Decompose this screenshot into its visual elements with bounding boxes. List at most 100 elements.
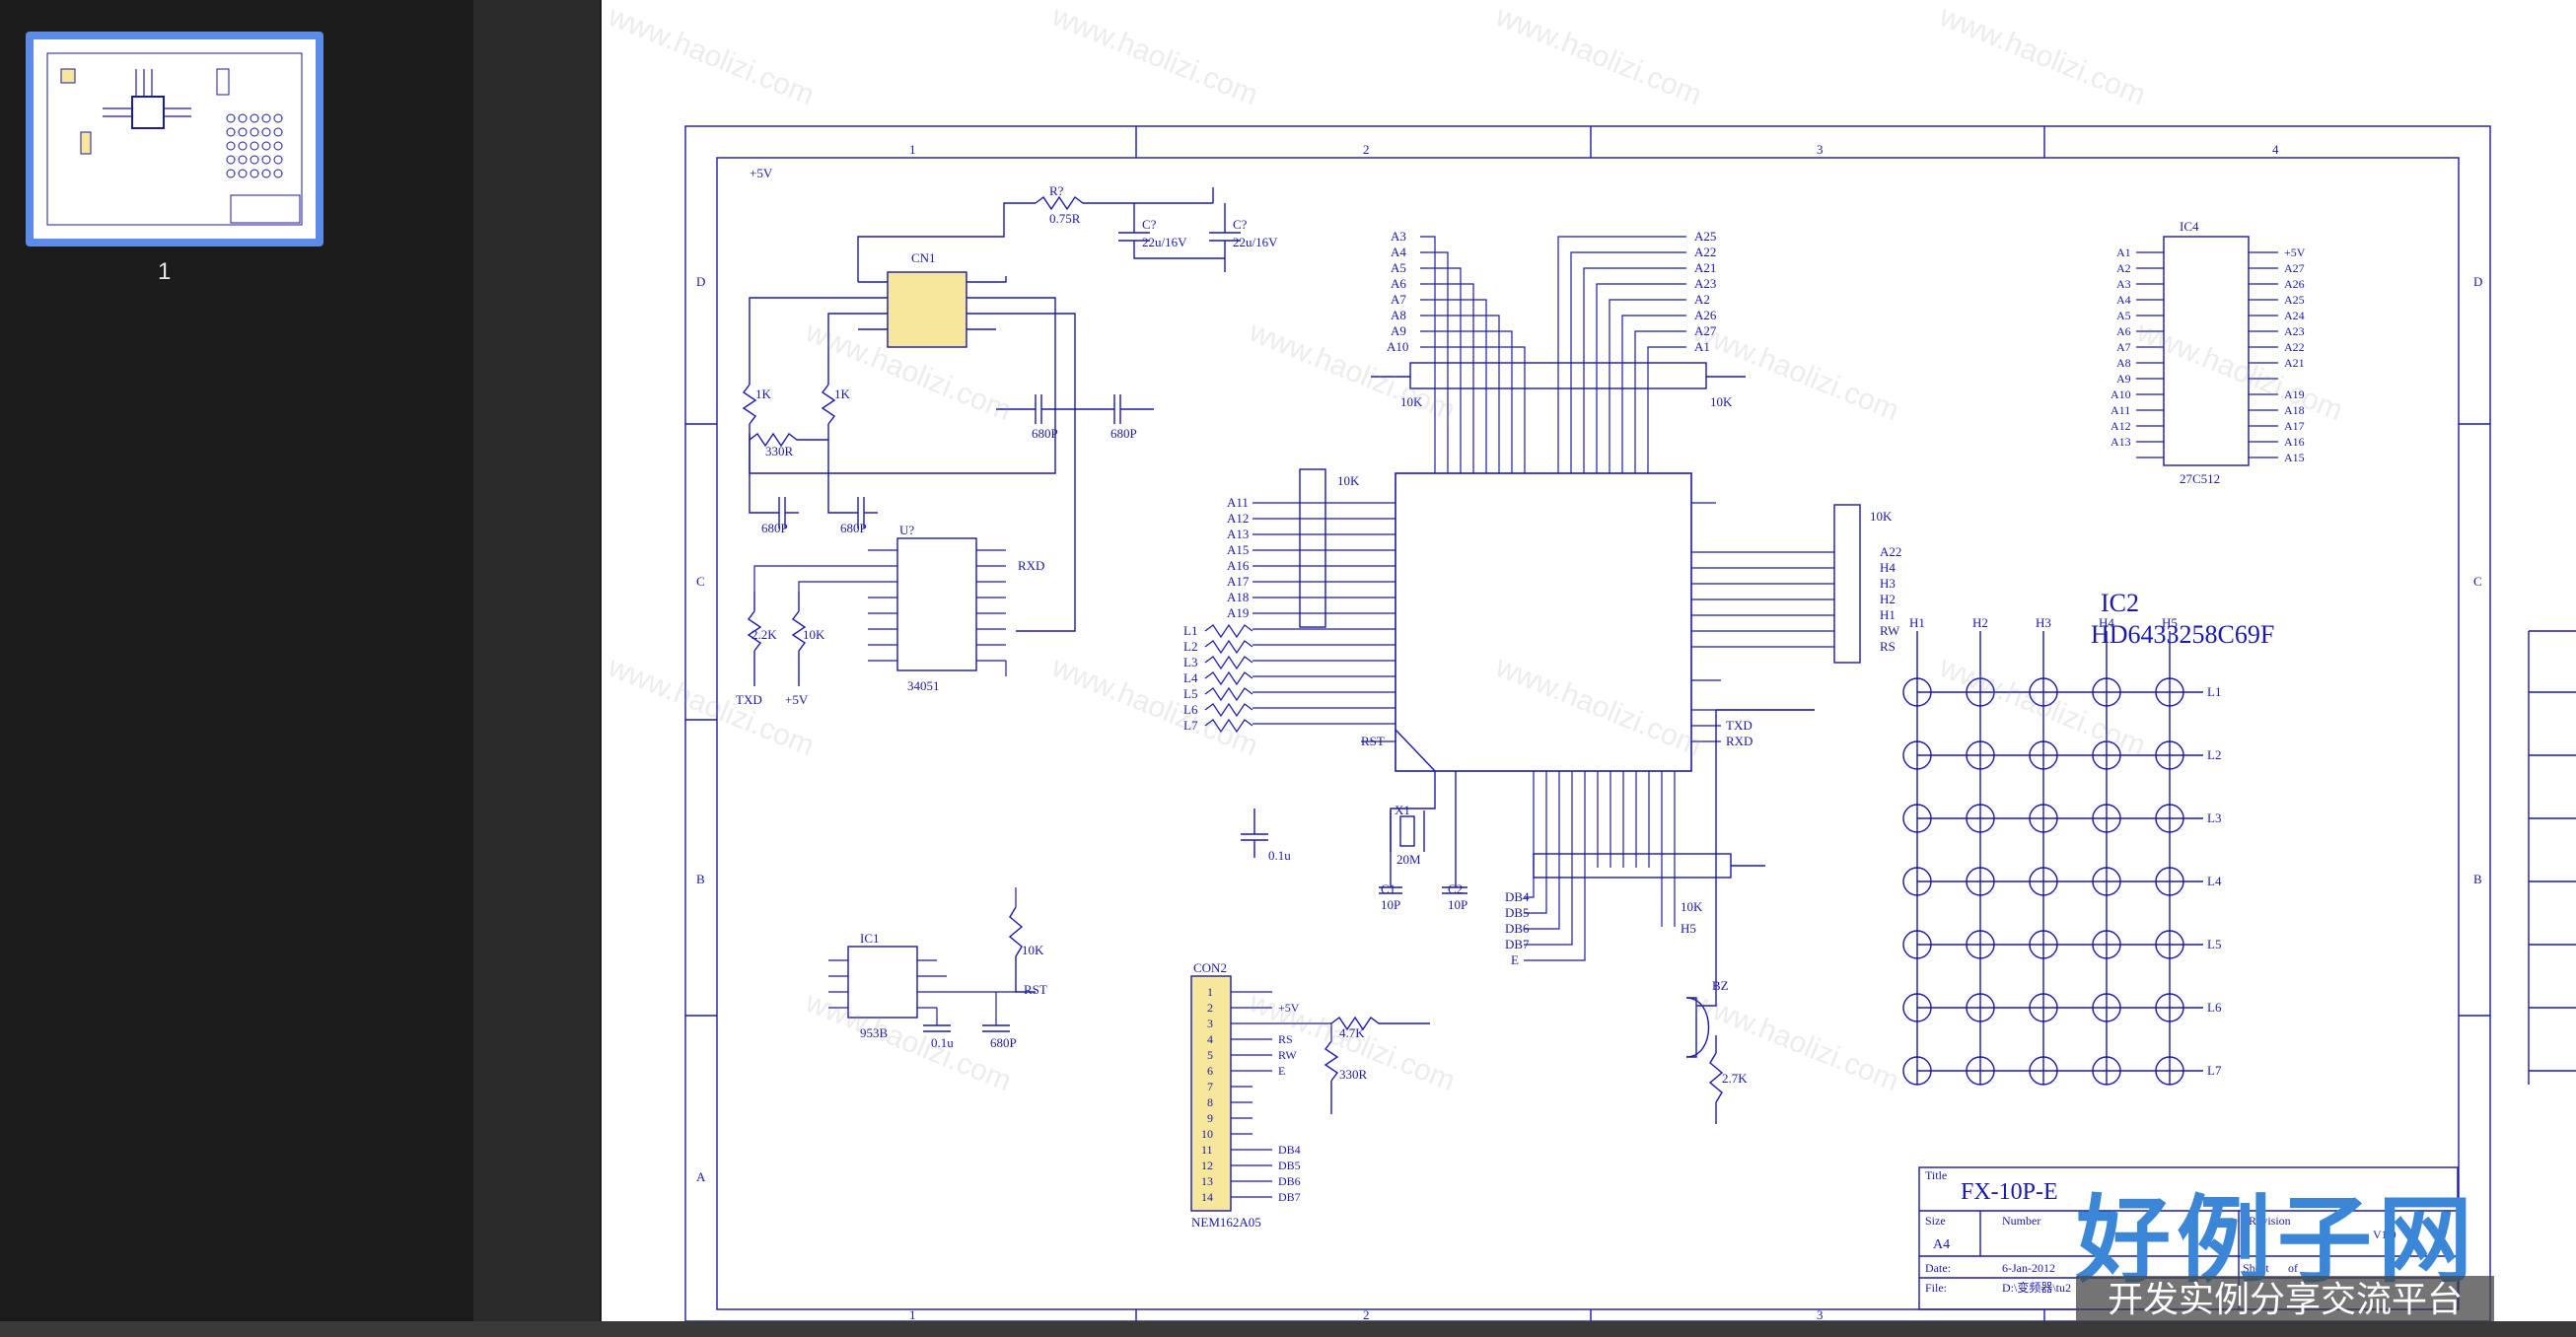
ic4-ref: IC4	[2180, 219, 2199, 234]
net-l7: L7	[1183, 718, 1198, 733]
net-a15: A15	[1227, 542, 1249, 557]
ic2-part: HD6433258C69F	[2091, 620, 2274, 649]
net-right-h4: H4	[1880, 560, 1896, 575]
net-l4: L4	[1183, 670, 1198, 685]
matrix-l5: L5	[2207, 937, 2221, 951]
c2-value: 10P	[1448, 897, 1467, 912]
con2-net-12: DB5	[1278, 1159, 1301, 1172]
ic1-part: 953B	[860, 1025, 889, 1040]
ic4-r18: A18	[2284, 403, 2305, 417]
ic4-l3: A3	[2116, 277, 2131, 291]
con2-net-11: DB4	[1278, 1143, 1301, 1157]
net-a11: A11	[1227, 495, 1249, 510]
page-thumbnail[interactable]	[26, 32, 323, 246]
cap-ref-1: C?	[1142, 217, 1157, 232]
net-a13: A13	[1227, 527, 1249, 541]
pack-10k-top-r: 10K	[1710, 394, 1733, 409]
c-680p-e: 680P	[990, 1035, 1017, 1050]
ic4-r24: A24	[2284, 309, 2305, 322]
ic4-r28: +5V	[2284, 246, 2306, 259]
ic4-l1: A1	[2116, 246, 2131, 259]
ic4-r25: A25	[2284, 293, 2305, 307]
matrix-h3: H3	[2036, 615, 2051, 630]
zone-side-b: B	[696, 872, 705, 886]
logo-subtitle: 开发实例分享交流平台	[2076, 1276, 2494, 1325]
ic4-r22: A22	[2284, 340, 2305, 354]
net-a21: A21	[1694, 260, 1716, 275]
title-block-file: D:\变频器\tu2	[2002, 1280, 2071, 1295]
con2-pin-5: 5	[1207, 1048, 1213, 1062]
matrix-l6: L6	[2207, 1000, 2222, 1015]
con2-pin-12: 12	[1201, 1159, 1213, 1172]
con2-part: NEM162A05	[1191, 1215, 1261, 1230]
title-block-date-label: Date:	[1925, 1261, 1951, 1275]
net-right-rs: RS	[1880, 639, 1896, 654]
rxd-label-ic2: RXD	[1726, 734, 1753, 748]
con2-pin-7: 7	[1207, 1080, 1213, 1093]
rxd-label: RXD	[1018, 558, 1044, 573]
net-a19: A19	[1227, 605, 1249, 620]
net-a25: A25	[1694, 229, 1716, 244]
pack-10k-bottom: 10K	[1681, 899, 1703, 914]
thumbnail-sidebar: 1	[0, 0, 475, 1321]
con2-net-6: E	[1278, 1064, 1285, 1078]
c1-value: 10P	[1381, 897, 1400, 912]
ic4-l4: A4	[2116, 293, 2131, 307]
ic4-l7: A7	[2116, 340, 2131, 354]
net-a10: A10	[1387, 339, 1408, 354]
zone-side-b-right: B	[2473, 872, 2482, 886]
sidebar-gutter	[473, 0, 600, 1321]
con2-pin-4: 4	[1207, 1032, 1213, 1046]
title-block-title: FX-10P-E	[1961, 1179, 2058, 1205]
net-l6: L6	[1183, 702, 1198, 717]
net-a23: A23	[1694, 276, 1716, 291]
zone-top-1: 1	[909, 142, 916, 157]
ic4-part: 27C512	[2180, 471, 2220, 486]
matrix-l2: L2	[2207, 747, 2221, 762]
r-10k-a: 10K	[803, 627, 825, 642]
cap-22u-2: 22u/16V	[1233, 235, 1278, 249]
zone-side-d-right: D	[2473, 274, 2482, 289]
title-block-size: A4	[1933, 1237, 1950, 1252]
con2-pin-2: 2	[1207, 1001, 1213, 1015]
schematic-page: CN1 IC2 HD6433258C69F U? 34051 IC1 953B …	[602, 0, 2576, 1321]
c2-ref: C2	[1448, 881, 1463, 896]
r-10k-b: 10K	[1022, 943, 1044, 957]
zone-side-c-right: C	[2473, 574, 2482, 589]
con2-net-2: +5V	[1278, 1001, 1300, 1015]
r-22k: 2.2K	[751, 627, 777, 642]
thumbnail-preview	[34, 39, 316, 239]
site-logo: 好例子网 开发实例分享交流平台	[2076, 1163, 2500, 1327]
con2-ref: CON2	[1193, 960, 1227, 975]
ic4-r21: A21	[2284, 356, 2305, 370]
net-a1: A1	[1694, 339, 1710, 354]
title-block-date: 6-Jan-2012	[2002, 1261, 2055, 1275]
title-block-number-label: Number	[2002, 1214, 2040, 1228]
ic4-r19: A19	[2284, 387, 2305, 401]
zone-top-4: 4	[2272, 142, 2279, 157]
net-db5: DB5	[1505, 905, 1530, 920]
ic4-l6: A6	[2116, 324, 2131, 338]
con2-pin-13: 13	[1201, 1174, 1213, 1188]
txd-label: TXD	[736, 692, 762, 707]
matrix-h5: H5	[2162, 615, 2178, 630]
con2-pin-6: 6	[1207, 1064, 1213, 1078]
title-block-file-label: File:	[1925, 1281, 1947, 1295]
cap-22u-1: 22u/16V	[1142, 235, 1187, 249]
ic4-l10: A10	[2111, 387, 2131, 401]
matrix-l7: L7	[2207, 1063, 2222, 1078]
matrix-l4: L4	[2207, 874, 2222, 888]
zone-top-2: 2	[1363, 142, 1370, 157]
c1-ref: C1	[1381, 881, 1395, 896]
crystal-ref: X1	[1395, 803, 1410, 817]
rst-label-ic2: RST	[1361, 734, 1385, 748]
net-a3: A3	[1391, 229, 1406, 244]
ic4-r26: A26	[2284, 277, 2305, 291]
con2-pin-14: 14	[1201, 1190, 1213, 1204]
net-l5: L5	[1183, 686, 1197, 701]
net-a9: A9	[1391, 323, 1406, 338]
con2-pin-9: 9	[1207, 1111, 1213, 1125]
ic4-r27: A27	[2284, 261, 2305, 275]
matrix-l3: L3	[2207, 810, 2221, 825]
net-a7: A7	[1391, 292, 1406, 307]
